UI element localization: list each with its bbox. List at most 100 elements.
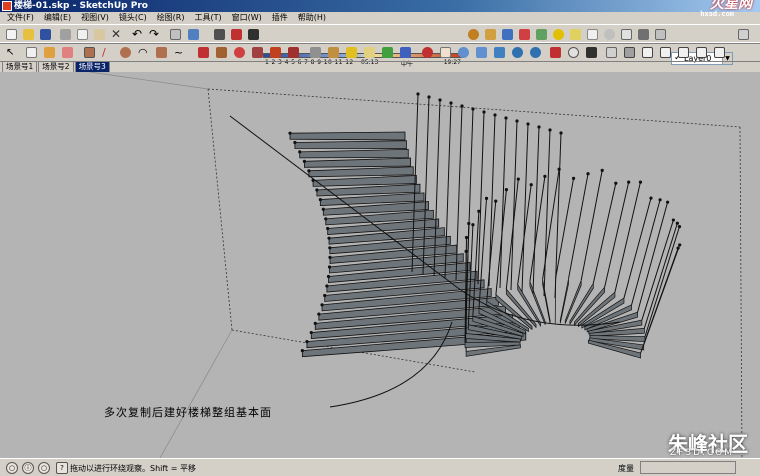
circle-button[interactable]: [118, 45, 133, 60]
credits-icon[interactable]: ⓘ: [22, 462, 34, 474]
plugin-a-icon: [485, 29, 496, 40]
position-camera-button[interactable]: [548, 45, 563, 60]
zoom-extents-button[interactable]: [492, 45, 507, 60]
shadow-toggle-button[interactable]: [246, 27, 261, 42]
scene-tab-2[interactable]: 场景号2: [38, 61, 74, 72]
plugin-f-button[interactable]: [568, 27, 583, 42]
pan-button[interactable]: [438, 45, 453, 60]
dimension-button[interactable]: [326, 45, 341, 60]
previous-view-button[interactable]: [510, 45, 525, 60]
plugin-c-button[interactable]: [517, 27, 532, 42]
top-view-button[interactable]: [640, 45, 655, 60]
redo-button[interactable]: ↷: [147, 27, 162, 42]
plugin-g-button[interactable]: [585, 27, 600, 42]
save-button[interactable]: [38, 27, 53, 42]
offset-button[interactable]: [286, 45, 301, 60]
text-button[interactable]: [362, 45, 377, 60]
plugin-j-button[interactable]: [636, 27, 651, 42]
right-view-button[interactable]: [676, 45, 691, 60]
undo-button[interactable]: ↶: [130, 27, 145, 42]
geo-location-icon[interactable]: ○: [6, 462, 18, 474]
plugin-a-button[interactable]: [483, 27, 498, 42]
delete-button[interactable]: ✕: [109, 27, 124, 42]
baluster-post: [614, 182, 641, 293]
layer-extra-button[interactable]: [736, 27, 751, 42]
open-button[interactable]: [21, 27, 36, 42]
next-view-button[interactable]: [528, 45, 543, 60]
stair-tread: [299, 148, 409, 159]
protractor-button[interactable]: [344, 45, 359, 60]
menu-help[interactable]: 帮助(H): [293, 12, 331, 24]
menu-view[interactable]: 视图(V): [76, 12, 114, 24]
zoom-window-button[interactable]: [474, 45, 489, 60]
plugin-h-button[interactable]: [602, 27, 617, 42]
top-icon: [642, 47, 653, 58]
print-button[interactable]: [168, 27, 183, 42]
user-icon[interactable]: ○: [38, 462, 50, 474]
menu-edit[interactable]: 编辑(E): [39, 12, 76, 24]
rotate-button[interactable]: [232, 45, 247, 60]
plugin-d-button[interactable]: [534, 27, 549, 42]
camera-tool-button[interactable]: [212, 27, 227, 42]
menu-window[interactable]: 窗口(W): [227, 12, 267, 24]
baluster-node: [464, 235, 469, 240]
baluster-node: [326, 274, 331, 279]
3d-text-button[interactable]: [398, 45, 413, 60]
baluster-node: [313, 321, 317, 325]
menu-draw[interactable]: 绘图(R): [152, 12, 190, 24]
move-button[interactable]: [196, 45, 211, 60]
rectangle-button[interactable]: [82, 45, 97, 60]
paste-button[interactable]: [92, 27, 107, 42]
measurements-input[interactable]: [640, 461, 736, 474]
print-icon: [170, 29, 181, 40]
component-button[interactable]: [24, 45, 39, 60]
baluster-node: [638, 180, 643, 184]
push-pull-button[interactable]: [214, 45, 229, 60]
look-around-button[interactable]: [566, 45, 581, 60]
eraser-button[interactable]: [60, 45, 75, 60]
baluster-node: [328, 255, 332, 260]
scene-tab-1[interactable]: 场景号1: [2, 61, 38, 72]
scene-tab-3[interactable]: 场景号3: [74, 61, 110, 72]
ruby-button[interactable]: [466, 27, 481, 42]
menu-tools[interactable]: 工具(T): [190, 12, 227, 24]
copy-button[interactable]: [75, 27, 90, 42]
plugin-b-button[interactable]: [500, 27, 515, 42]
menu-plugins[interactable]: 插件: [267, 12, 293, 24]
walk-button[interactable]: [584, 45, 599, 60]
paint-button[interactable]: [42, 45, 57, 60]
layer-manager-button[interactable]: [653, 27, 668, 42]
tape-button[interactable]: [308, 45, 323, 60]
circle-icon: [120, 47, 131, 58]
baluster-node: [309, 330, 313, 335]
new-button[interactable]: [4, 27, 19, 42]
back-view-button[interactable]: [694, 45, 709, 60]
xray-button[interactable]: [604, 45, 619, 60]
section-tool-button[interactable]: [229, 27, 244, 42]
iso-view-button[interactable]: [622, 45, 637, 60]
select-button[interactable]: ↖: [4, 45, 19, 60]
left-view-button[interactable]: [712, 45, 727, 60]
menu-camera[interactable]: 镜头(C): [114, 12, 152, 24]
front-view-button[interactable]: [658, 45, 673, 60]
menu-file[interactable]: 文件(F): [2, 12, 39, 24]
zoom-button[interactable]: [456, 45, 471, 60]
arc-button[interactable]: ◠: [136, 45, 151, 60]
scene-tabs: 场景号1 场景号2 场景号3: [0, 61, 111, 72]
baluster-node: [677, 225, 682, 229]
plugin-e-button[interactable]: [551, 27, 566, 42]
layer-manager-icon: [655, 29, 666, 40]
axes-button[interactable]: [380, 45, 395, 60]
model-info-button[interactable]: [186, 27, 201, 42]
cut-button[interactable]: [58, 27, 73, 42]
model-viewport[interactable]: 多次复制后建好楼梯整组基本面 朱峰社区 ZF3D.COM: [0, 72, 760, 458]
follow-me-button[interactable]: [250, 45, 265, 60]
polygon-button[interactable]: [154, 45, 169, 60]
scale-button[interactable]: [268, 45, 283, 60]
orbit-button[interactable]: [420, 45, 435, 60]
plugin-i-button[interactable]: [619, 27, 634, 42]
freehand-button[interactable]: ~: [172, 45, 187, 60]
line-button[interactable]: /: [100, 45, 115, 60]
help-icon[interactable]: ?: [56, 462, 68, 474]
baluster-node: [676, 246, 680, 250]
